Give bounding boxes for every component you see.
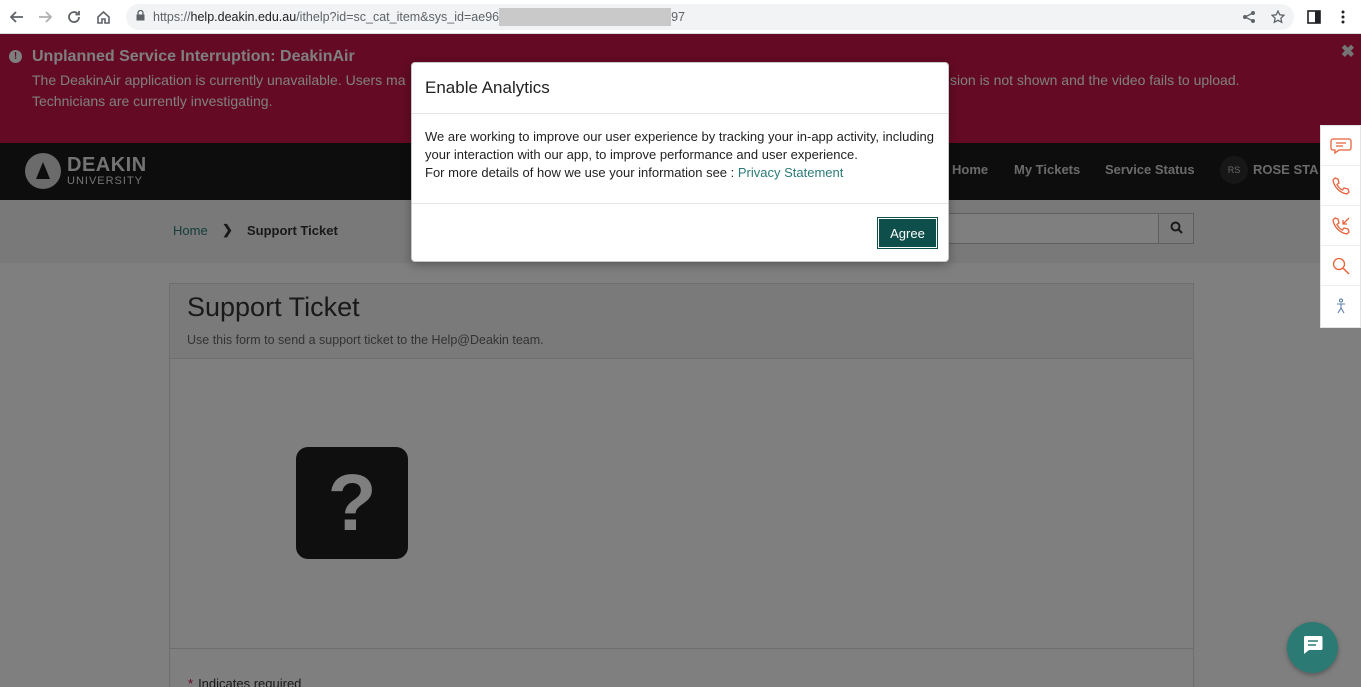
- side-panel-icon[interactable]: [1301, 4, 1327, 30]
- privacy-statement-link[interactable]: Privacy Statement: [738, 165, 844, 180]
- dialog-title: Enable Analytics: [425, 78, 550, 97]
- url-path: /ithelp?id=sc_cat_item&sys_id=ae96: [296, 10, 500, 24]
- url-suffix: 97: [671, 10, 685, 24]
- search-knowledge-icon[interactable]: [1321, 246, 1360, 286]
- menu-kebab-icon[interactable]: [1330, 4, 1356, 30]
- browser-toolbar: https://help.deakin.edu.au/ithelp?id=sc_…: [0, 0, 1361, 34]
- back-icon[interactable]: [3, 3, 31, 31]
- url-prefix: https://: [153, 10, 191, 24]
- url-redacted: [499, 8, 672, 26]
- accessibility-icon[interactable]: [1321, 286, 1360, 326]
- share-icon[interactable]: [1236, 4, 1262, 30]
- chat-bubble-icon[interactable]: [1321, 126, 1360, 166]
- bookmark-star-icon[interactable]: [1265, 4, 1291, 30]
- url-host: help.deakin.edu.au: [190, 10, 297, 24]
- reload-icon[interactable]: [60, 3, 88, 31]
- phone-icon[interactable]: [1321, 166, 1360, 206]
- chat-icon: [1302, 634, 1324, 661]
- dialog-text-line2: your interaction with our app, to improv…: [425, 147, 858, 162]
- lock-icon: [136, 9, 145, 24]
- analytics-consent-dialog: Enable Analytics We are working to impro…: [411, 62, 949, 262]
- chat-launcher-button[interactable]: [1287, 622, 1338, 673]
- dialog-header: Enable Analytics: [412, 63, 948, 114]
- home-icon[interactable]: [89, 3, 117, 31]
- dialog-body: We are working to improve our user exper…: [412, 114, 948, 204]
- contact-sidebar: [1320, 125, 1361, 328]
- agree-button[interactable]: Agree: [877, 217, 938, 249]
- forward-icon[interactable]: [31, 3, 59, 31]
- dialog-text-line1: We are working to improve our user exper…: [425, 129, 934, 144]
- address-bar[interactable]: https://help.deakin.edu.au/ithelp?id=sc_…: [126, 4, 1294, 30]
- callback-phone-icon[interactable]: [1321, 206, 1360, 246]
- dialog-text-line3: For more details of how we use your info…: [425, 165, 738, 180]
